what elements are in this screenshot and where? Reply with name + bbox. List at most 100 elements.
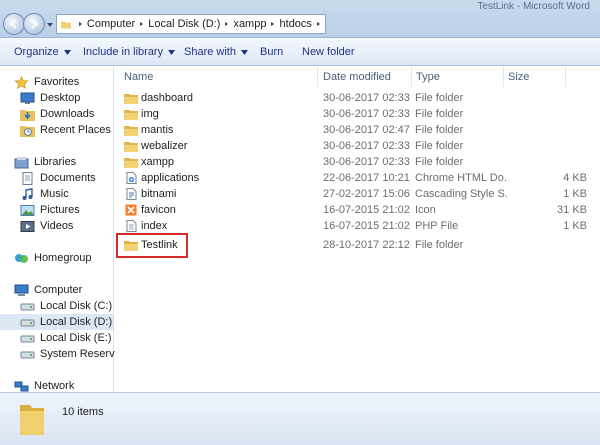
organize-label: Organize [14,46,59,58]
folder-icon [124,126,138,136]
column-header-size[interactable]: Size [508,71,529,83]
file-row[interactable]: xampp 30-06-2017 02:33 File folder [115,154,600,170]
item-count: 10 items [62,406,104,418]
nav-system-reserved[interactable]: System Reserved [0,346,127,362]
file-date: 28-10-2017 22:12 [323,239,410,251]
burn-button[interactable]: Burn [260,46,283,58]
folder-icon [124,94,138,104]
chevron-right-icon[interactable] [138,19,145,29]
file-size: 4 KB [563,172,587,184]
recent-pages-chevron-icon[interactable] [46,21,54,29]
column-divider[interactable] [503,67,504,87]
file-name: webalizer [141,140,188,152]
column-divider[interactable] [411,67,412,87]
caret-down-icon [63,49,71,55]
file-date: 30-06-2017 02:33 [323,108,410,120]
php-file-icon [126,220,137,232]
file-type: Cascading Style S... [415,188,507,200]
column-divider[interactable] [565,67,566,87]
videos-icon [20,220,35,232]
address-bar[interactable]: Computer Local Disk (D:) xampp htdocs [56,14,326,34]
chevron-right-icon[interactable] [223,19,230,29]
file-name: bitnami [141,188,177,200]
breadcrumb-local-disk-d[interactable]: Local Disk (D:) [148,18,220,30]
file-type: Chrome HTML Do... [415,172,507,184]
drive-icon [20,335,35,342]
file-size: 1 KB [563,220,587,232]
nav-documents[interactable]: Documents [0,170,113,186]
column-header-date[interactable]: Date modified [323,71,391,83]
file-row[interactable]: index 16-07-2015 21:02 PHP File 1 KB [115,218,600,234]
chevron-right-icon[interactable] [269,19,276,29]
nav-music[interactable]: Music [0,186,113,202]
column-header-type[interactable]: Type [416,71,440,83]
file-date: 30-06-2017 02:33 [323,92,410,104]
organize-button[interactable]: Organize [14,46,71,58]
drive-icon [20,319,35,326]
nav-pictures[interactable]: Pictures [0,202,113,218]
chevron-right-icon[interactable] [77,19,84,29]
column-divider[interactable] [317,67,318,87]
chevron-right-icon[interactable] [315,19,322,29]
new-folder-button[interactable]: New folder [302,46,355,58]
file-date: 16-07-2015 21:02 [323,204,410,216]
downloads-folder-icon [20,109,35,121]
nav-desktop[interactable]: Desktop [0,90,113,106]
back-button[interactable] [3,13,25,35]
file-row[interactable]: img 30-06-2017 02:33 File folder [115,106,600,122]
title-bar: TestLink - Microsoft Word Computer Local… [0,0,600,38]
nav-homegroup[interactable]: Homegroup [0,250,113,266]
pictures-icon [20,204,35,216]
share-with-label: Share with [184,46,236,58]
nav-local-disk-c[interactable]: Local Disk (C:) [0,298,113,314]
file-date: 16-07-2015 21:02 [323,220,410,232]
nav-local-disk-d[interactable]: Local Disk (D:) [0,314,113,330]
folder-icon [124,158,138,168]
file-date: 30-06-2017 02:33 [323,140,410,152]
burn-label: Burn [260,46,284,58]
arrow-right-icon [31,19,39,29]
file-row[interactable]: dashboard 30-06-2017 02:33 File folder [115,90,600,106]
file-type: File folder [415,108,464,120]
file-row[interactable]: bitnami 27-02-2017 15:06 Cascading Style… [115,186,600,202]
file-row[interactable]: applications 22-06-2017 10:21 Chrome HTM… [115,170,600,186]
desktop-icon [20,92,35,104]
breadcrumb-computer[interactable]: Computer [87,18,135,30]
include-in-library-button[interactable]: Include in library [83,46,176,58]
folder-icon [20,405,44,435]
breadcrumb-xampp[interactable]: xampp [233,18,266,30]
nav-downloads[interactable]: Downloads [0,106,113,122]
nav-videos[interactable]: Videos [0,218,113,234]
nav-local-disk-e[interactable]: Local Disk (E:) [0,330,113,346]
star-icon [14,75,29,89]
navigation-pane: Favorites Desktop Downloads Recent Place… [0,67,127,392]
caret-down-icon [240,49,248,55]
file-name: favicon [141,204,176,216]
forward-button[interactable] [23,13,45,35]
status-bar: 10 items [0,392,600,445]
nav-recent-places[interactable]: Recent Places [0,122,113,138]
file-name: img [141,108,159,120]
share-with-button[interactable]: Share with [184,46,248,58]
nav-libraries[interactable]: Libraries [0,154,113,170]
nav-computer[interactable]: Computer [0,282,113,298]
breadcrumb-htdocs[interactable]: htdocs [280,18,312,30]
file-row[interactable]: favicon 16-07-2015 21:02 Icon 31 KB [115,202,600,218]
css-file-icon [126,188,137,200]
file-row[interactable]: webalizer 30-06-2017 02:33 File folder [115,138,600,154]
file-row[interactable]: mantis 30-06-2017 02:47 File folder [115,122,600,138]
network-icon [14,381,29,391]
file-date: 27-02-2017 15:06 [323,188,410,200]
file-list: Name Date modified Type Size dashboard 3… [115,67,600,392]
file-date: 30-06-2017 02:33 [323,156,410,168]
file-type: File folder [415,140,464,152]
libraries-icon [14,156,29,168]
caret-down-icon [168,49,176,55]
nav-favorites[interactable]: Favorites [0,74,113,90]
column-header-name[interactable]: Name [124,71,153,83]
arrow-left-icon [9,19,17,29]
folder-icon [61,21,71,28]
new-folder-label: New folder [302,46,355,58]
file-name: applications [141,172,200,184]
documents-icon [22,171,33,185]
